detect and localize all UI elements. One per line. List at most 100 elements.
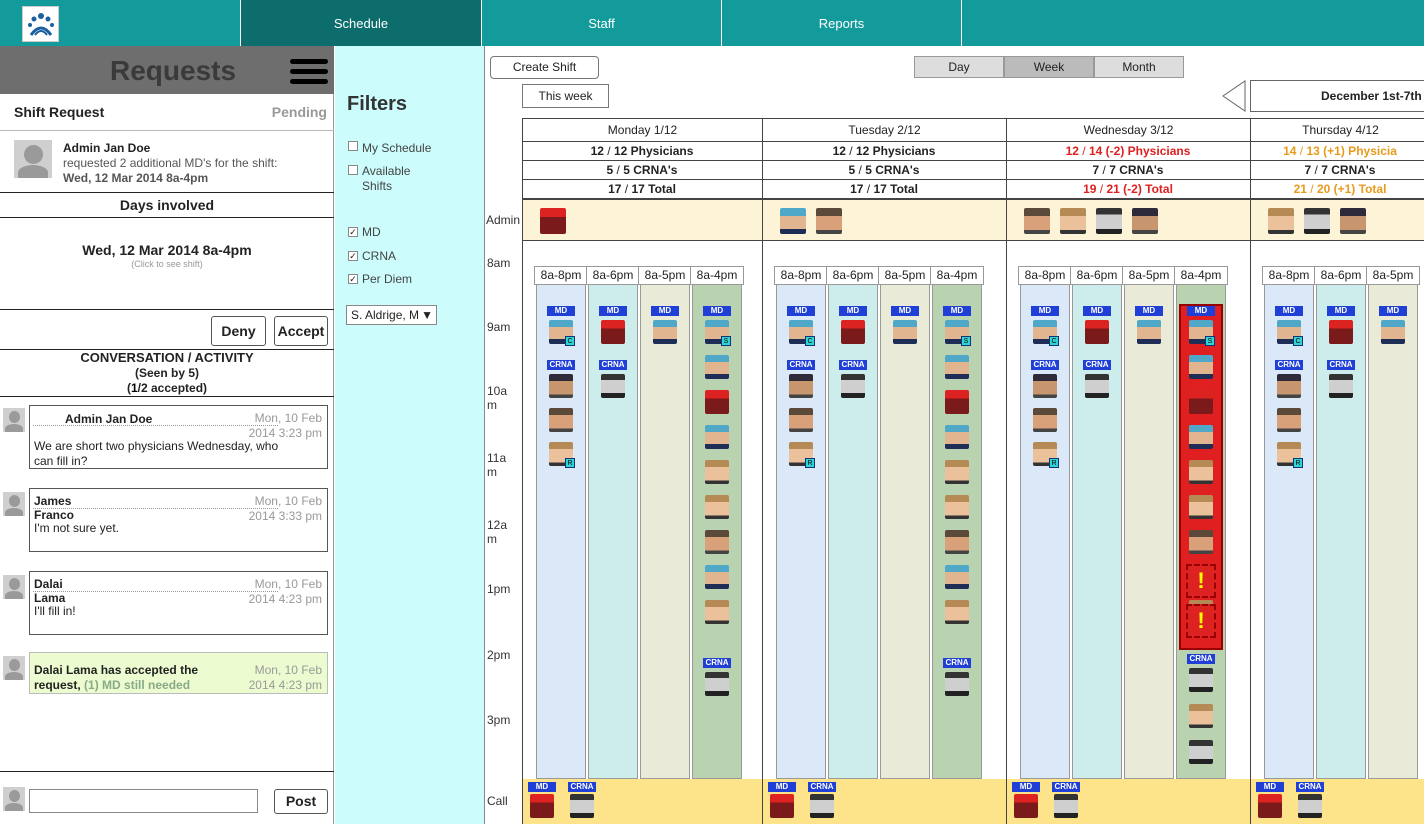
staff-photo[interactable] <box>1189 425 1213 449</box>
staff-photo[interactable] <box>945 425 969 449</box>
staff-photo[interactable] <box>705 495 729 519</box>
md-checkbox[interactable]: ✓ <box>348 227 358 237</box>
day-header[interactable]: Thursday 4/12 <box>1250 118 1424 142</box>
staff-photo[interactable] <box>789 374 813 398</box>
staff-photo[interactable] <box>705 425 729 449</box>
per-diem-checkbox[interactable]: ✓ <box>348 274 358 284</box>
staff-photo[interactable] <box>1298 794 1322 818</box>
shift-time-label[interactable]: 8a-4pm <box>1174 266 1228 285</box>
staff-photo[interactable] <box>945 565 969 589</box>
staff-photo[interactable] <box>549 408 573 432</box>
staff-photo[interactable] <box>1329 320 1353 344</box>
app-logo[interactable] <box>22 6 59 42</box>
staff-photo[interactable] <box>1189 668 1213 692</box>
staff-photo[interactable] <box>705 390 729 414</box>
post-button[interactable]: Post <box>274 789 328 814</box>
day-header[interactable]: Wednesday 3/12 <box>1006 118 1250 142</box>
day-involved-link[interactable]: Wed, 12 Mar 2014 8a-4pm <box>0 242 334 258</box>
staff-photo[interactable] <box>705 672 729 696</box>
staff-photo[interactable] <box>841 320 865 344</box>
staff-photo[interactable] <box>945 600 969 624</box>
shift-time-label[interactable]: 8a-5pm <box>1366 266 1420 285</box>
staff-photo[interactable] <box>1189 740 1213 764</box>
staff-photo[interactable] <box>945 355 969 379</box>
staff-photo[interactable] <box>601 374 625 398</box>
staff-photo[interactable] <box>1054 794 1078 818</box>
staff-photo[interactable] <box>1033 374 1057 398</box>
shift-time-label[interactable]: 8a-8pm <box>774 266 828 285</box>
staff-photo[interactable] <box>1277 374 1301 398</box>
staff-photo[interactable] <box>1096 208 1122 234</box>
menu-icon[interactable] <box>290 59 328 85</box>
staff-photo[interactable] <box>705 460 729 484</box>
staff-photo[interactable] <box>1258 794 1282 818</box>
staff-photo[interactable] <box>1137 320 1161 344</box>
staff-photo[interactable] <box>1189 530 1213 554</box>
staff-photo[interactable] <box>705 355 729 379</box>
staff-photo[interactable] <box>1381 320 1405 344</box>
day-header[interactable]: Tuesday 2/12 <box>762 118 1006 142</box>
staff-photo[interactable] <box>1189 460 1213 484</box>
staff-photo[interactable] <box>1268 208 1294 234</box>
shift-time-label[interactable]: 8a-6pm <box>1314 266 1368 285</box>
staff-photo[interactable] <box>841 374 865 398</box>
tab-schedule[interactable]: Schedule <box>240 0 481 46</box>
staff-photo[interactable] <box>1189 495 1213 519</box>
tab-reports[interactable]: Reports <box>721 0 961 46</box>
staff-photo[interactable] <box>789 408 813 432</box>
staff-photo[interactable] <box>770 794 794 818</box>
deny-button[interactable]: Deny <box>211 316 266 346</box>
staff-photo[interactable] <box>945 672 969 696</box>
day-header[interactable]: Monday 1/12 <box>522 118 762 142</box>
staff-photo[interactable] <box>1085 374 1109 398</box>
staff-photo[interactable] <box>1189 355 1213 379</box>
staff-photo[interactable] <box>570 794 594 818</box>
my-schedule-checkbox[interactable] <box>348 141 358 151</box>
staff-photo[interactable] <box>653 320 677 344</box>
staff-photo[interactable] <box>540 208 566 234</box>
shift-time-label[interactable]: 8a-6pm <box>1070 266 1124 285</box>
staff-photo[interactable] <box>1024 208 1050 234</box>
shift-time-label[interactable]: 8a-5pm <box>878 266 932 285</box>
staff-photo[interactable] <box>530 794 554 818</box>
staff-photo[interactable] <box>1189 704 1213 728</box>
shift-time-label[interactable]: 8a-6pm <box>586 266 640 285</box>
shift-time-label[interactable]: 8a-8pm <box>1262 266 1316 285</box>
tab-staff[interactable]: Staff <box>481 0 721 46</box>
shift-time-label[interactable]: 8a-8pm <box>1018 266 1072 285</box>
staff-photo[interactable] <box>1304 208 1330 234</box>
staff-photo[interactable] <box>549 374 573 398</box>
staff-photo[interactable] <box>780 208 806 234</box>
warning-icon[interactable]: ! <box>1186 604 1216 638</box>
message-input[interactable] <box>29 789 258 813</box>
staff-photo[interactable] <box>705 600 729 624</box>
shift-time-label[interactable]: 8a-5pm <box>1122 266 1176 285</box>
crna-checkbox[interactable]: ✓ <box>348 251 358 261</box>
warning-icon[interactable]: ! <box>1186 564 1216 598</box>
staff-photo[interactable] <box>1329 374 1353 398</box>
staff-photo[interactable] <box>1014 794 1038 818</box>
staff-photo[interactable] <box>1060 208 1086 234</box>
accept-button[interactable]: Accept <box>274 316 328 346</box>
staff-photo[interactable] <box>810 794 834 818</box>
staff-photo[interactable] <box>893 320 917 344</box>
shift-time-label[interactable]: 8a-5pm <box>638 266 692 285</box>
staff-photo[interactable] <box>945 530 969 554</box>
staff-photo[interactable] <box>945 495 969 519</box>
staff-photo[interactable] <box>1085 320 1109 344</box>
staff-photo[interactable] <box>945 460 969 484</box>
staff-photo[interactable] <box>1340 208 1366 234</box>
available-shifts-checkbox[interactable] <box>348 165 358 175</box>
shift-time-label[interactable]: 8a-6pm <box>826 266 880 285</box>
staff-photo[interactable] <box>816 208 842 234</box>
shift-time-label[interactable]: 8a-4pm <box>690 266 744 285</box>
staff-photo[interactable] <box>601 320 625 344</box>
staff-photo[interactable] <box>705 530 729 554</box>
provider-select[interactable]: S. Aldrige, M ▼ <box>346 305 437 325</box>
staff-photo[interactable] <box>1132 208 1158 234</box>
staff-photo[interactable] <box>705 565 729 589</box>
staff-photo[interactable] <box>1033 408 1057 432</box>
shift-time-label[interactable]: 8a-4pm <box>930 266 984 285</box>
staff-photo[interactable] <box>1277 408 1301 432</box>
staff-photo[interactable] <box>945 390 969 414</box>
